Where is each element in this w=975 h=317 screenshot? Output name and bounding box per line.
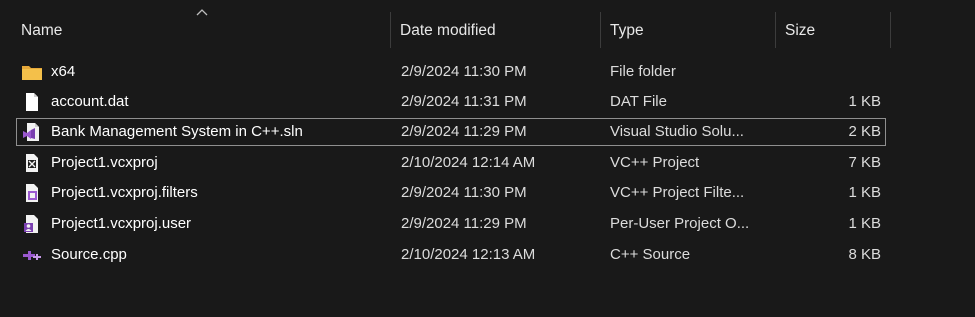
file-date-modified: 2/9/2024 11:29 PM (401, 215, 527, 232)
vcxproj-filters-icon (26, 184, 38, 202)
file-name: account.dat (51, 93, 129, 110)
column-header-type[interactable]: Type (610, 20, 644, 42)
file-name: x64 (51, 63, 76, 80)
file-row-vcxproj-filters[interactable]: Project1.vcxproj.filters 2/9/2024 11:30 … (16, 179, 886, 207)
file-date-modified: 2/9/2024 11:29 PM (401, 123, 527, 140)
file-type: Per-User Project O... (610, 215, 750, 232)
vcxproj-user-icon (24, 215, 38, 233)
file-size (785, 59, 881, 85)
column-header-bar: Name Date modified Type Size (0, 0, 975, 58)
folder-icon (22, 66, 42, 80)
file-date-modified: 2/9/2024 11:30 PM (401, 63, 527, 80)
vcxproj-icon (26, 154, 38, 172)
column-header-size[interactable]: Size (785, 20, 815, 42)
file-date-modified: 2/9/2024 11:30 PM (401, 184, 527, 201)
column-header-date-modified[interactable]: Date modified (400, 20, 496, 42)
column-divider[interactable] (890, 12, 891, 48)
file-type: C++ Source (610, 246, 691, 263)
file-row-vcxproj-user[interactable]: Project1.vcxproj.user 2/9/2024 11:29 PM … (16, 210, 886, 238)
file-row-solution[interactable]: Bank Management System in C++.sln 2/9/20… (16, 118, 886, 146)
file-name: Project1.vcxproj.filters (51, 184, 198, 201)
file-type: VC++ Project Filte... (610, 184, 745, 201)
file-date-modified: 2/10/2024 12:13 AM (401, 246, 536, 263)
file-name: Source.cpp (51, 246, 127, 263)
file-size: 1 KB (848, 215, 881, 232)
cpp-source-icon (23, 251, 41, 260)
file-row-vcxproj[interactable]: Project1.vcxproj 2/10/2024 12:14 AM VC++… (16, 149, 886, 177)
file-date-modified: 2/10/2024 12:14 AM (401, 154, 536, 171)
file-size: 1 KB (848, 93, 881, 110)
file-type: VC++ Project (610, 154, 700, 171)
file-date-modified: 2/9/2024 11:31 PM (401, 93, 527, 110)
file-name: Project1.vcxproj (51, 154, 158, 171)
file-size: 2 KB (848, 123, 881, 140)
file-size: 1 KB (848, 184, 881, 201)
file-type: File folder (610, 63, 676, 80)
file-row-x64[interactable]: x64 2/9/2024 11:30 PM File folder (16, 58, 886, 86)
column-divider[interactable] (390, 12, 391, 48)
column-divider[interactable] (600, 12, 601, 48)
visual-studio-solution-icon (23, 123, 39, 141)
file-name: Project1.vcxproj.user (51, 215, 192, 232)
file-type: Visual Studio Solu... (610, 123, 744, 140)
file-type: DAT File (610, 93, 667, 110)
file-name: Bank Management System in C++.sln (51, 123, 303, 140)
sort-ascending-icon (196, 9, 208, 16)
column-header-name[interactable]: Name (21, 20, 62, 42)
file-icon (26, 93, 38, 111)
file-row-account-dat[interactable]: account.dat 2/9/2024 11:31 PM DAT File 1… (16, 88, 886, 116)
file-size: 7 KB (848, 154, 881, 171)
file-size: 8 KB (848, 246, 881, 263)
column-divider[interactable] (775, 12, 776, 48)
file-row-source-cpp[interactable]: Source.cpp 2/10/2024 12:13 AM C++ Source… (16, 241, 886, 269)
